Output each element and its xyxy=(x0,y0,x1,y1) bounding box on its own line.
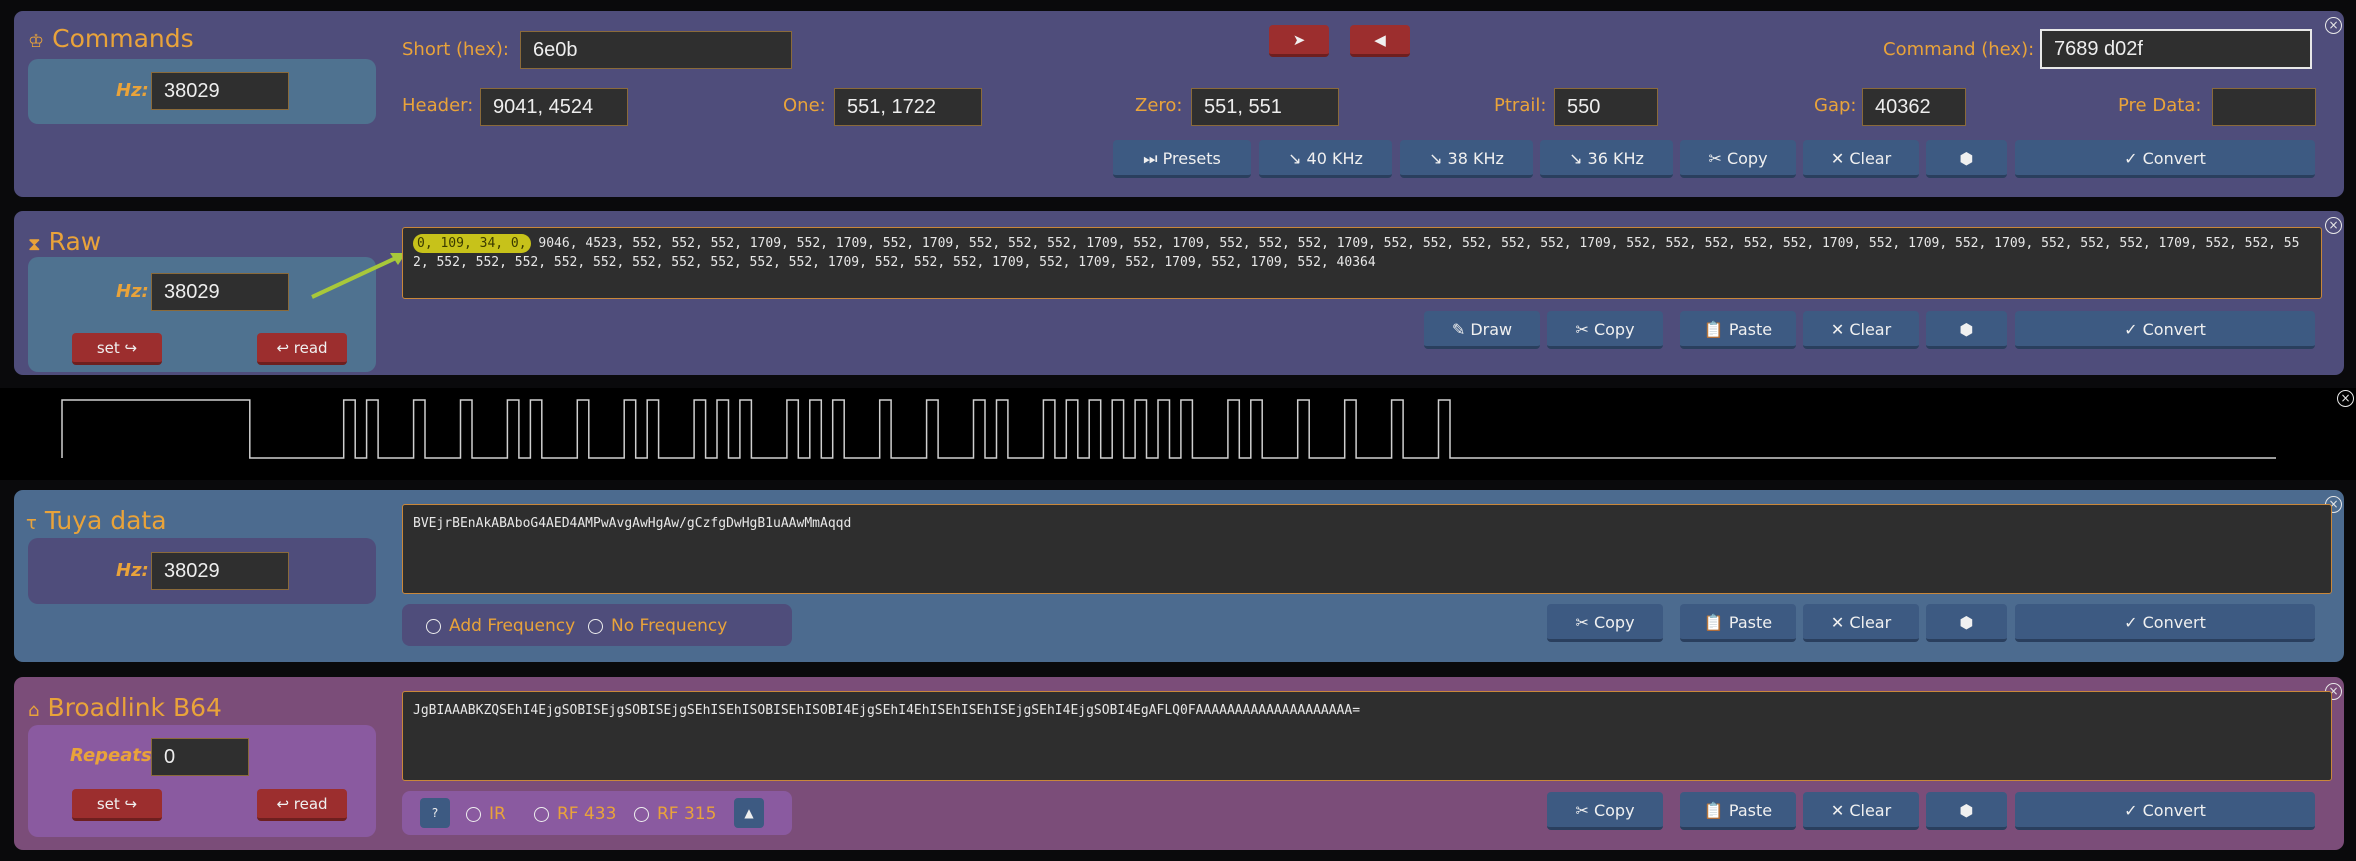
signal-type-options: ? IR RF 433 RF 315 ▲ xyxy=(402,791,792,835)
raw-value: 9046, 4523, 552, 552, 552, 1709, 552, 17… xyxy=(413,236,2300,270)
clear-button[interactable]: ✕ Clear xyxy=(1803,311,1919,349)
ptrail-input[interactable]: 550 xyxy=(1554,88,1658,126)
add-frequency-option[interactable]: Add Frequency xyxy=(426,616,575,636)
paste-button[interactable]: 📋 Paste xyxy=(1680,311,1796,349)
tuya-icon: τ xyxy=(26,513,37,534)
convert-button[interactable]: ✓ Convert xyxy=(2015,140,2315,178)
broadlink-title: ⌂ Broadlink B64 xyxy=(28,693,222,722)
expand-button[interactable]: ▲ xyxy=(734,798,764,828)
radio-icon[interactable] xyxy=(426,618,441,634)
hz-input[interactable]: 38029 xyxy=(151,273,289,311)
command-hex-input[interactable]: 7689 d02f xyxy=(2040,29,2312,69)
frequency-options: Add Frequency No Frequency xyxy=(402,604,792,646)
crown-icon: ♔ xyxy=(28,31,45,52)
repeats-input[interactable]: 0 xyxy=(151,738,249,776)
one-input[interactable]: 551, 1722 xyxy=(834,88,982,126)
radio-icon[interactable] xyxy=(588,618,603,634)
paste-button[interactable]: 📋 Paste xyxy=(1680,604,1796,642)
commands-title: ♔ Commands xyxy=(28,24,194,53)
presets-button[interactable]: ⏭ Presets xyxy=(1113,140,1251,178)
40khz-button[interactable]: ↘ 40 KHz xyxy=(1259,140,1392,178)
predata-label: Pre Data: xyxy=(2118,95,2202,116)
ir-option[interactable]: IR xyxy=(466,804,506,824)
38khz-button[interactable]: ↘ 38 KHz xyxy=(1400,140,1533,178)
hz-input[interactable]: 38029 xyxy=(151,72,289,110)
hz-box: Hz: 38029 xyxy=(28,538,376,604)
clear-button[interactable]: ✕ Clear xyxy=(1803,792,1919,830)
hz-box: Hz: 38029 xyxy=(28,59,376,124)
clear-button[interactable]: ✕ Clear xyxy=(1803,140,1919,178)
header-label: Header: xyxy=(402,95,474,116)
zero-input[interactable]: 551, 551 xyxy=(1191,88,1339,126)
broadlink-panel: × ⌂ Broadlink B64 Repeats: 0 set ↪ ↩ read… xyxy=(14,677,2344,850)
close-icon[interactable]: × xyxy=(2325,217,2342,234)
home-icon: ⌂ xyxy=(28,700,40,721)
arrow-icon xyxy=(311,253,406,299)
cube-button[interactable]: ⬢ xyxy=(1926,792,2007,830)
radio-icon[interactable] xyxy=(534,806,549,822)
broadlink-textarea[interactable]: JgBIAAABKZQSEhI4EjgSOBISEjgSOBISEjgSEhIS… xyxy=(402,691,2332,781)
convert-button[interactable]: ✓ Convert xyxy=(2015,311,2315,349)
rf433-option[interactable]: RF 433 xyxy=(534,804,616,824)
clear-button[interactable]: ✕ Clear xyxy=(1803,604,1919,642)
tuya-title: τ Tuya data xyxy=(26,506,167,535)
command-hex-label: Command (hex): xyxy=(1883,39,2035,60)
set-button[interactable]: set ↪ xyxy=(72,333,162,365)
tuya-textarea[interactable]: BVEjrBEnAkABAboG4AED4AMPwAvgAwHgAw/gCzfg… xyxy=(402,504,2332,594)
waveform-line xyxy=(61,399,2276,459)
predata-input[interactable] xyxy=(2212,88,2316,126)
read-button[interactable]: ↩ read xyxy=(257,789,347,821)
zero-label: Zero: xyxy=(1135,95,1183,116)
help-button[interactable]: ? xyxy=(420,798,450,828)
copy-button[interactable]: ✂ Copy xyxy=(1680,140,1796,178)
short-hex-input[interactable]: 6e0b xyxy=(520,31,792,69)
tuya-panel: × τ Tuya data Hz: 38029 BVEjrBEnAkABAboG4… xyxy=(14,490,2344,662)
raw-panel: × ⧗ Raw Hz: 38029 set ↪ ↩ read 0, 109, 34… xyxy=(14,211,2344,375)
waveform-panel: × xyxy=(0,388,2356,480)
no-frequency-option[interactable]: No Frequency xyxy=(588,616,727,636)
draw-button[interactable]: ✎ Draw xyxy=(1424,311,1540,349)
radio-icon[interactable] xyxy=(466,806,481,822)
hz-label: Hz: xyxy=(116,560,149,581)
repeats-label: Repeats: xyxy=(70,745,159,766)
ptrail-label: Ptrail: xyxy=(1494,95,1547,116)
hz-label: Hz: xyxy=(116,80,149,101)
read-button[interactable]: ↩ read xyxy=(257,333,347,365)
close-icon[interactable]: × xyxy=(2325,17,2342,34)
gap-input[interactable]: 40362 xyxy=(1862,88,1966,126)
commands-panel: × ♔ Commands Hz: 38029 Short (hex): 6e0b … xyxy=(14,11,2344,197)
header-input[interactable]: 9041, 4524 xyxy=(480,88,628,126)
cube-button[interactable]: ⬢ xyxy=(1926,604,2007,642)
cube-button[interactable]: ⬢ xyxy=(1926,140,2007,178)
paste-button[interactable]: 📋 Paste xyxy=(1680,792,1796,830)
set-button[interactable]: set ↪ xyxy=(72,789,162,821)
prev-button[interactable]: ◀ xyxy=(1350,25,1410,57)
short-hex-label: Short (hex): xyxy=(402,39,509,60)
hz-label: Hz: xyxy=(116,281,149,302)
raw-textarea[interactable]: 0, 109, 34, 0, 9046, 4523, 552, 552, 552… xyxy=(402,227,2322,299)
radio-icon[interactable] xyxy=(634,806,649,822)
hz-input[interactable]: 38029 xyxy=(151,552,289,590)
36khz-button[interactable]: ↘ 36 KHz xyxy=(1540,140,1673,178)
convert-button[interactable]: ✓ Convert xyxy=(2015,792,2315,830)
convert-button[interactable]: ✓ Convert xyxy=(2015,604,2315,642)
waveform xyxy=(61,399,2276,459)
one-label: One: xyxy=(783,95,826,116)
hourglass-icon: ⧗ xyxy=(28,234,41,255)
copy-button[interactable]: ✂ Copy xyxy=(1547,604,1663,642)
cube-button[interactable]: ⬢ xyxy=(1926,311,2007,349)
raw-highlight: 0, 109, 34, 0, xyxy=(413,234,531,253)
rf315-option[interactable]: RF 315 xyxy=(634,804,716,824)
copy-button[interactable]: ✂ Copy xyxy=(1547,311,1663,349)
raw-title: ⧗ Raw xyxy=(28,227,102,256)
repeats-box: Repeats: 0 set ↪ ↩ read xyxy=(28,725,376,837)
next-button[interactable]: ➤ xyxy=(1269,25,1329,57)
gap-label: Gap: xyxy=(1814,95,1857,116)
copy-button[interactable]: ✂ Copy xyxy=(1547,792,1663,830)
